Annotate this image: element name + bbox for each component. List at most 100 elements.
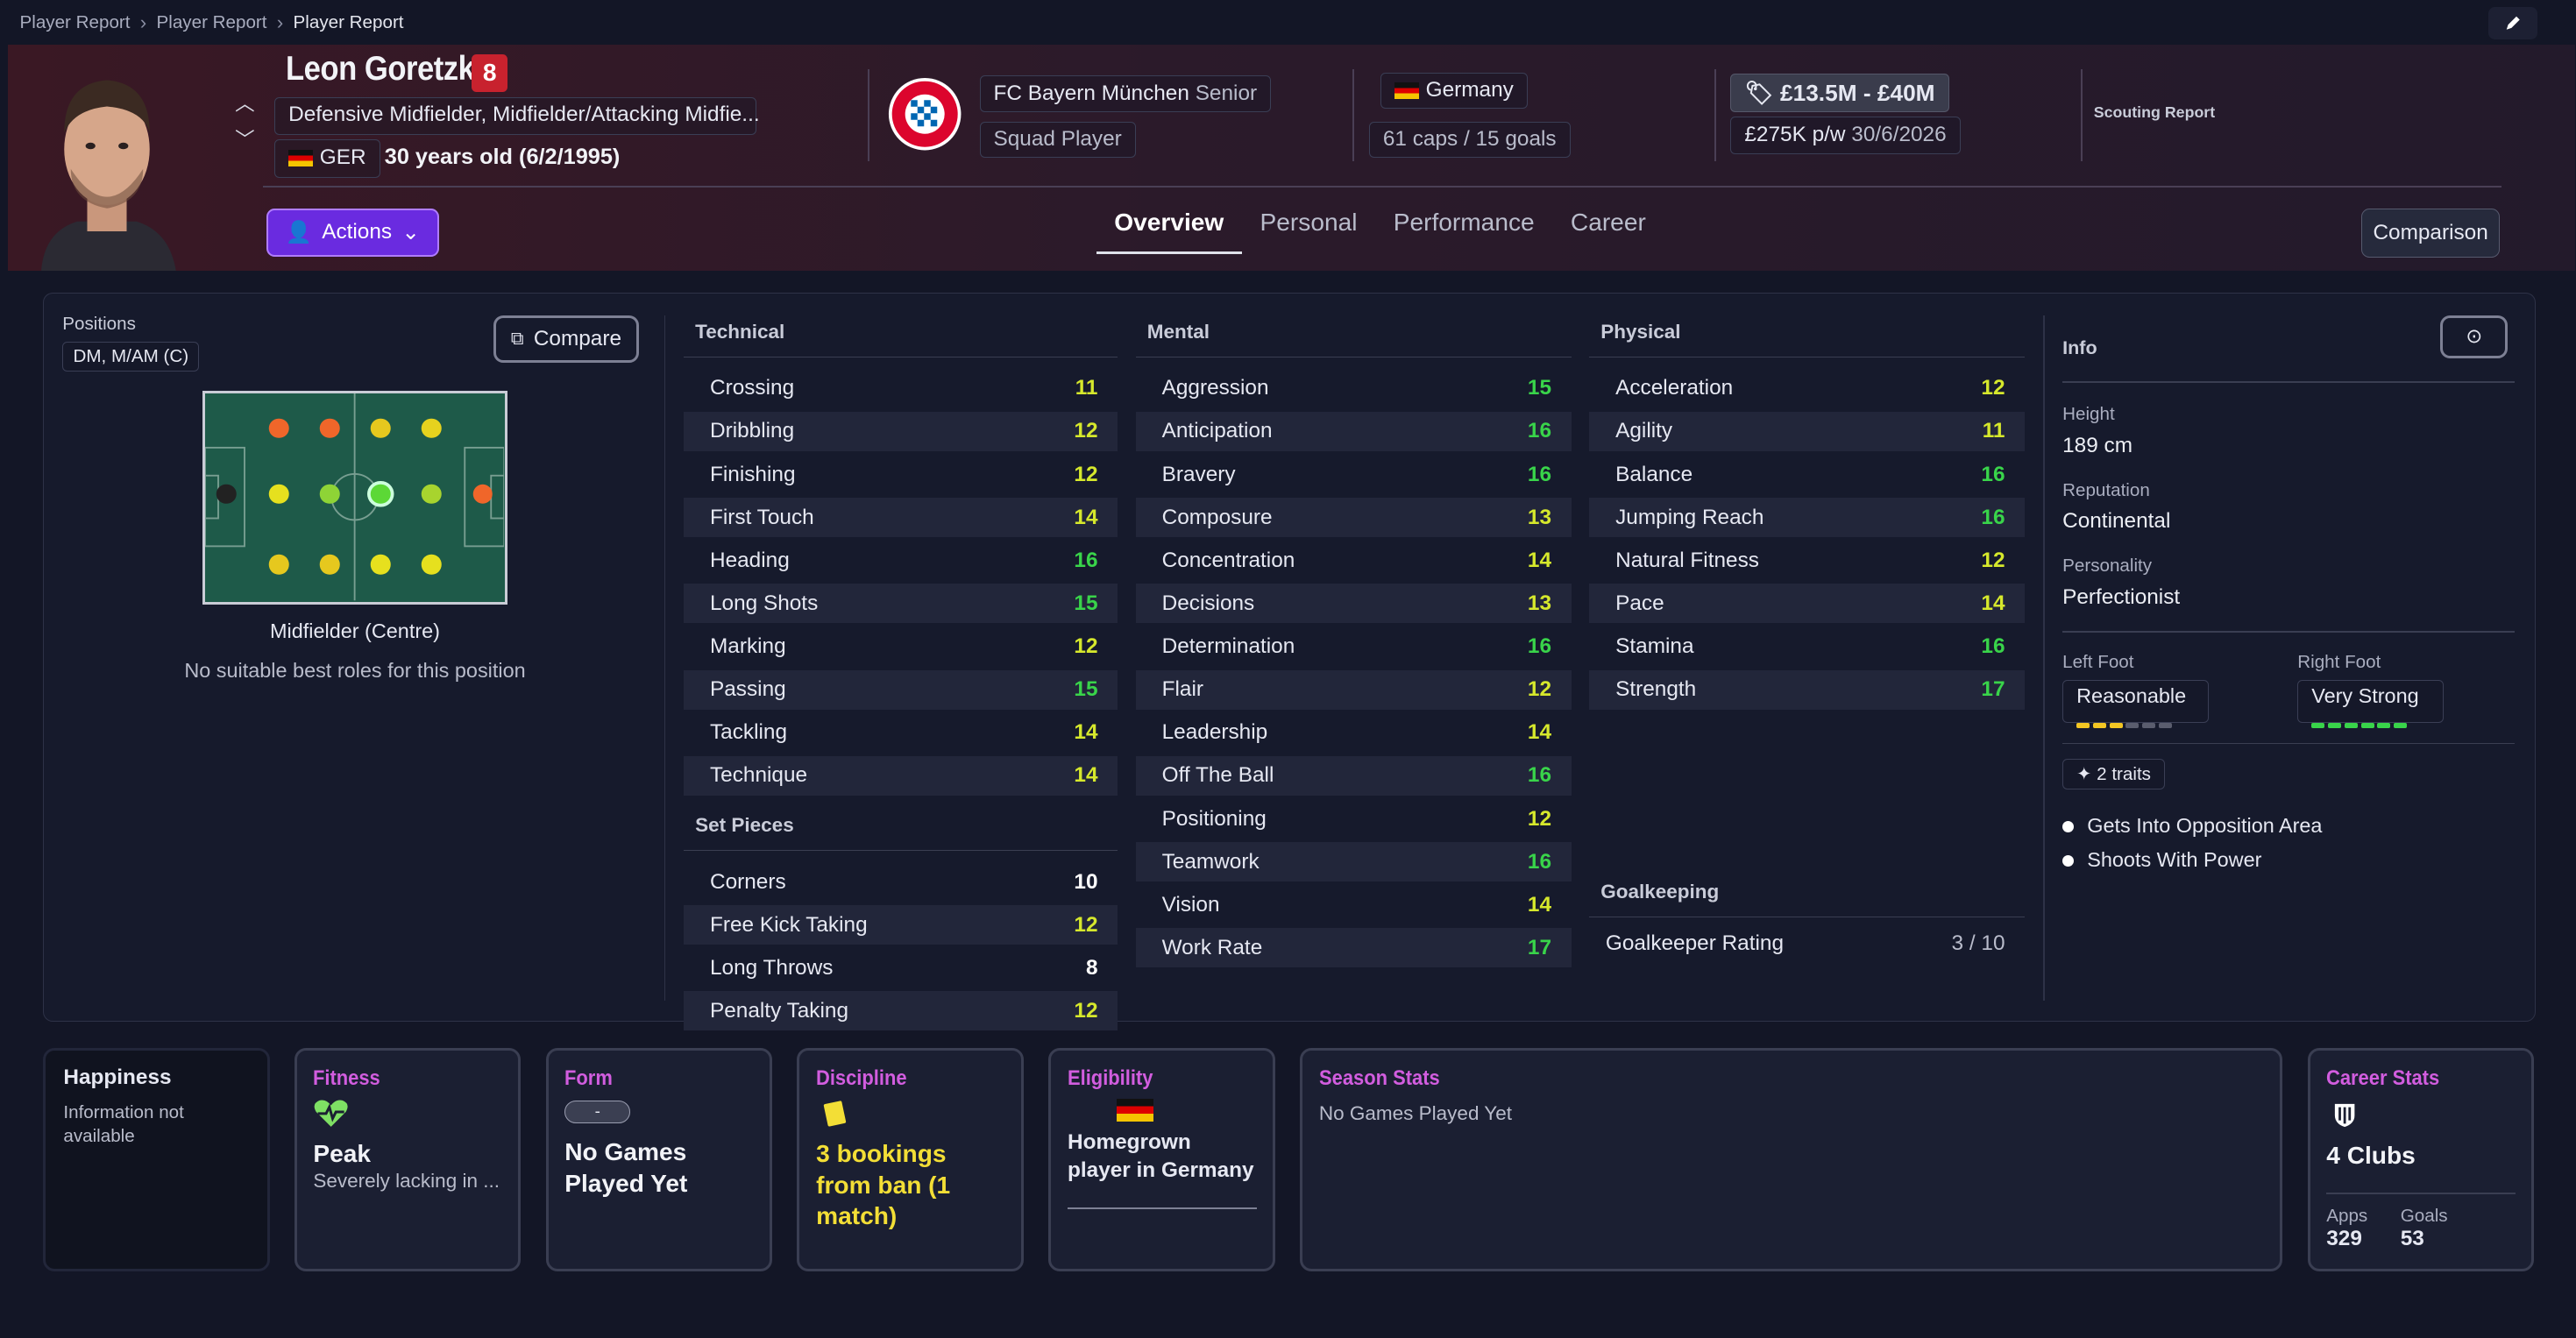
- contract-chip: £275K p/w 30/6/2026: [1730, 117, 1961, 155]
- attribute-row[interactable]: Long Shots 15: [684, 584, 1118, 624]
- club-chip[interactable]: FC Bayern München Senior: [979, 75, 1272, 112]
- position-pitch: [202, 391, 508, 605]
- attribute-row[interactable]: Tackling 14: [684, 713, 1118, 753]
- happiness-card[interactable]: Happiness Information not available: [42, 1048, 270, 1272]
- positions-label: Positions: [62, 314, 136, 335]
- attribute-row[interactable]: Agility 11: [1589, 411, 2025, 451]
- scouting-report-link[interactable]: Scouting Report: [2094, 103, 2215, 122]
- position-dot[interactable]: [319, 418, 340, 438]
- attribute-row[interactable]: Crossing 11: [684, 369, 1118, 408]
- player-focus-button[interactable]: ⊙: [2440, 315, 2509, 358]
- attribute-row[interactable]: Technique 14: [684, 755, 1118, 796]
- set-pieces-list: Corners 10 Free Kick Taking 12 Long Throws 8 P…: [684, 862, 1118, 1031]
- national-team-chip[interactable]: Germany: [1380, 72, 1528, 109]
- attribute-row[interactable]: Flair 12: [1135, 669, 1572, 710]
- position-dot[interactable]: [472, 484, 493, 504]
- attribute-row[interactable]: Passing 15: [684, 669, 1118, 710]
- attribute-row[interactable]: Strength 17: [1589, 669, 2025, 710]
- attribute-row[interactable]: Vision 14: [1136, 885, 1572, 924]
- position-dot[interactable]: [371, 555, 391, 575]
- attribute-row[interactable]: Composure 13: [1135, 498, 1572, 538]
- mental-list: Aggression 15 Anticipation 16 Bravery 16 Compo…: [1135, 369, 1572, 968]
- player-photo: [28, 60, 186, 272]
- attribute-value: 17: [1981, 677, 2005, 702]
- attribute-row[interactable]: Decisions 13: [1135, 584, 1572, 624]
- trait-item: Shoots With Power: [2062, 843, 2322, 877]
- right-foot-chip: Very Strong: [2297, 680, 2445, 728]
- tab-performance[interactable]: Performance: [1375, 194, 1552, 254]
- attribute-row[interactable]: Heading 16: [684, 541, 1118, 580]
- career-stats-card[interactable]: Career Stats 4 Clubs Apps 329 Goals 53: [2307, 1048, 2535, 1272]
- attribute-value: 13: [1527, 505, 1551, 529]
- attribute-row[interactable]: Acceleration 12: [1589, 369, 2025, 408]
- attribute-row[interactable]: Free Kick Taking 12: [684, 905, 1118, 945]
- traits-list: Gets Into Opposition Area Shoots With Po…: [2062, 809, 2322, 878]
- position-dot[interactable]: [268, 484, 289, 504]
- discipline-card[interactable]: Discipline 3 bookings from ban (1 match): [797, 1048, 1025, 1272]
- attribute-row[interactable]: Penalty Taking 12: [684, 991, 1118, 1031]
- position-dot[interactable]: [319, 555, 340, 575]
- position-dot[interactable]: [422, 484, 442, 504]
- attribute-row[interactable]: Stamina 16: [1589, 627, 2025, 667]
- season-stats-card[interactable]: Season Stats No Games Played Yet: [1300, 1048, 2283, 1272]
- position-dot[interactable]: [319, 484, 340, 504]
- attribute-name: Anticipation: [1161, 419, 1273, 443]
- attribute-row[interactable]: Anticipation 16: [1135, 411, 1572, 451]
- position-dot[interactable]: [422, 555, 442, 575]
- position-dot[interactable]: [422, 418, 442, 438]
- chevron-down-icon[interactable]: ﹀: [235, 122, 255, 158]
- position-dot-selected[interactable]: [371, 484, 391, 504]
- attribute-row[interactable]: Leadership 14: [1136, 713, 1572, 753]
- position-dot[interactable]: [268, 418, 289, 438]
- compare-label: Compare: [533, 327, 622, 351]
- eligibility-card[interactable]: Eligibility Homegrown player in Germany: [1048, 1048, 1275, 1272]
- attribute-value: 8: [1085, 955, 1098, 980]
- position-dot[interactable]: [371, 418, 391, 438]
- attribute-row[interactable]: Marking 12: [684, 627, 1118, 667]
- transfer-value-chip[interactable]: 🏷 £13.5M - £40M: [1730, 74, 1949, 112]
- traits-count-chip[interactable]: ✦ 2 traits: [2062, 759, 2165, 789]
- attribute-row[interactable]: Positioning 12: [1136, 799, 1572, 839]
- attribute-row[interactable]: Aggression 15: [1136, 369, 1572, 408]
- tab-overview[interactable]: Overview: [1096, 194, 1242, 254]
- attribute-row[interactable]: Concentration 14: [1136, 541, 1572, 580]
- attribute-row[interactable]: Bravery 16: [1136, 455, 1572, 494]
- breadcrumb-item[interactable]: Player Report: [20, 12, 131, 33]
- form-card[interactable]: Form - No Games Played Yet: [545, 1048, 773, 1272]
- attribute-value: 16: [1981, 462, 2005, 486]
- attribute-row[interactable]: Finishing 12: [684, 455, 1118, 494]
- career-stats-title: Career Stats: [2326, 1066, 2440, 1091]
- attribute-row[interactable]: Determination 16: [1136, 627, 1572, 667]
- attribute-row[interactable]: Off The Ball 16: [1135, 755, 1572, 796]
- attribute-name: Agility: [1615, 419, 1673, 443]
- fitness-card[interactable]: Fitness Peak Severely lacking in ...: [294, 1048, 522, 1272]
- attribute-row[interactable]: Pace 14: [1589, 584, 2025, 624]
- position-dot[interactable]: [268, 555, 289, 575]
- position-dot[interactable]: [216, 484, 237, 504]
- attribute-name: Stamina: [1615, 634, 1694, 658]
- attribute-row[interactable]: Corners 10: [684, 862, 1118, 902]
- attribute-row[interactable]: Long Throws 8: [684, 948, 1118, 988]
- compare-button[interactable]: ⧉ Compare: [493, 315, 640, 364]
- eligibility-value: Homegrown player in Germany: [1068, 1129, 1254, 1182]
- attribute-row[interactable]: Jumping Reach 16: [1589, 498, 2025, 538]
- attribute-name: Long Throws: [710, 955, 834, 980]
- goalkeeper-rating-label: Goalkeeper Rating: [1605, 931, 1784, 955]
- attribute-row[interactable]: Natural Fitness 12: [1589, 541, 2025, 580]
- attribute-row[interactable]: Dribbling 12: [684, 411, 1118, 451]
- breadcrumb-item[interactable]: Player Report: [157, 12, 267, 33]
- attribute-row[interactable]: Work Rate 17: [1135, 928, 1572, 968]
- attribute-row[interactable]: First Touch 14: [684, 498, 1118, 538]
- edit-button[interactable]: [2487, 6, 2537, 39]
- attribute-row[interactable]: Teamwork 16: [1135, 842, 1572, 882]
- chevron-up-icon[interactable]: ︿: [235, 86, 255, 122]
- comparison-button[interactable]: Comparison: [2361, 209, 2500, 258]
- club-crest-icon[interactable]: [888, 77, 962, 151]
- attribute-value: 12: [1074, 634, 1098, 658]
- tab-personal[interactable]: Personal: [1242, 194, 1375, 254]
- actions-button[interactable]: 👤 Actions ⌄: [266, 209, 439, 257]
- physical-section: Physical Acceleration 12 Agility 11 Balance 1…: [1589, 314, 2025, 713]
- tab-career[interactable]: Career: [1552, 194, 1664, 254]
- attribute-row[interactable]: Balance 16: [1589, 455, 2025, 494]
- left-foot-chip: Reasonable: [2062, 680, 2209, 728]
